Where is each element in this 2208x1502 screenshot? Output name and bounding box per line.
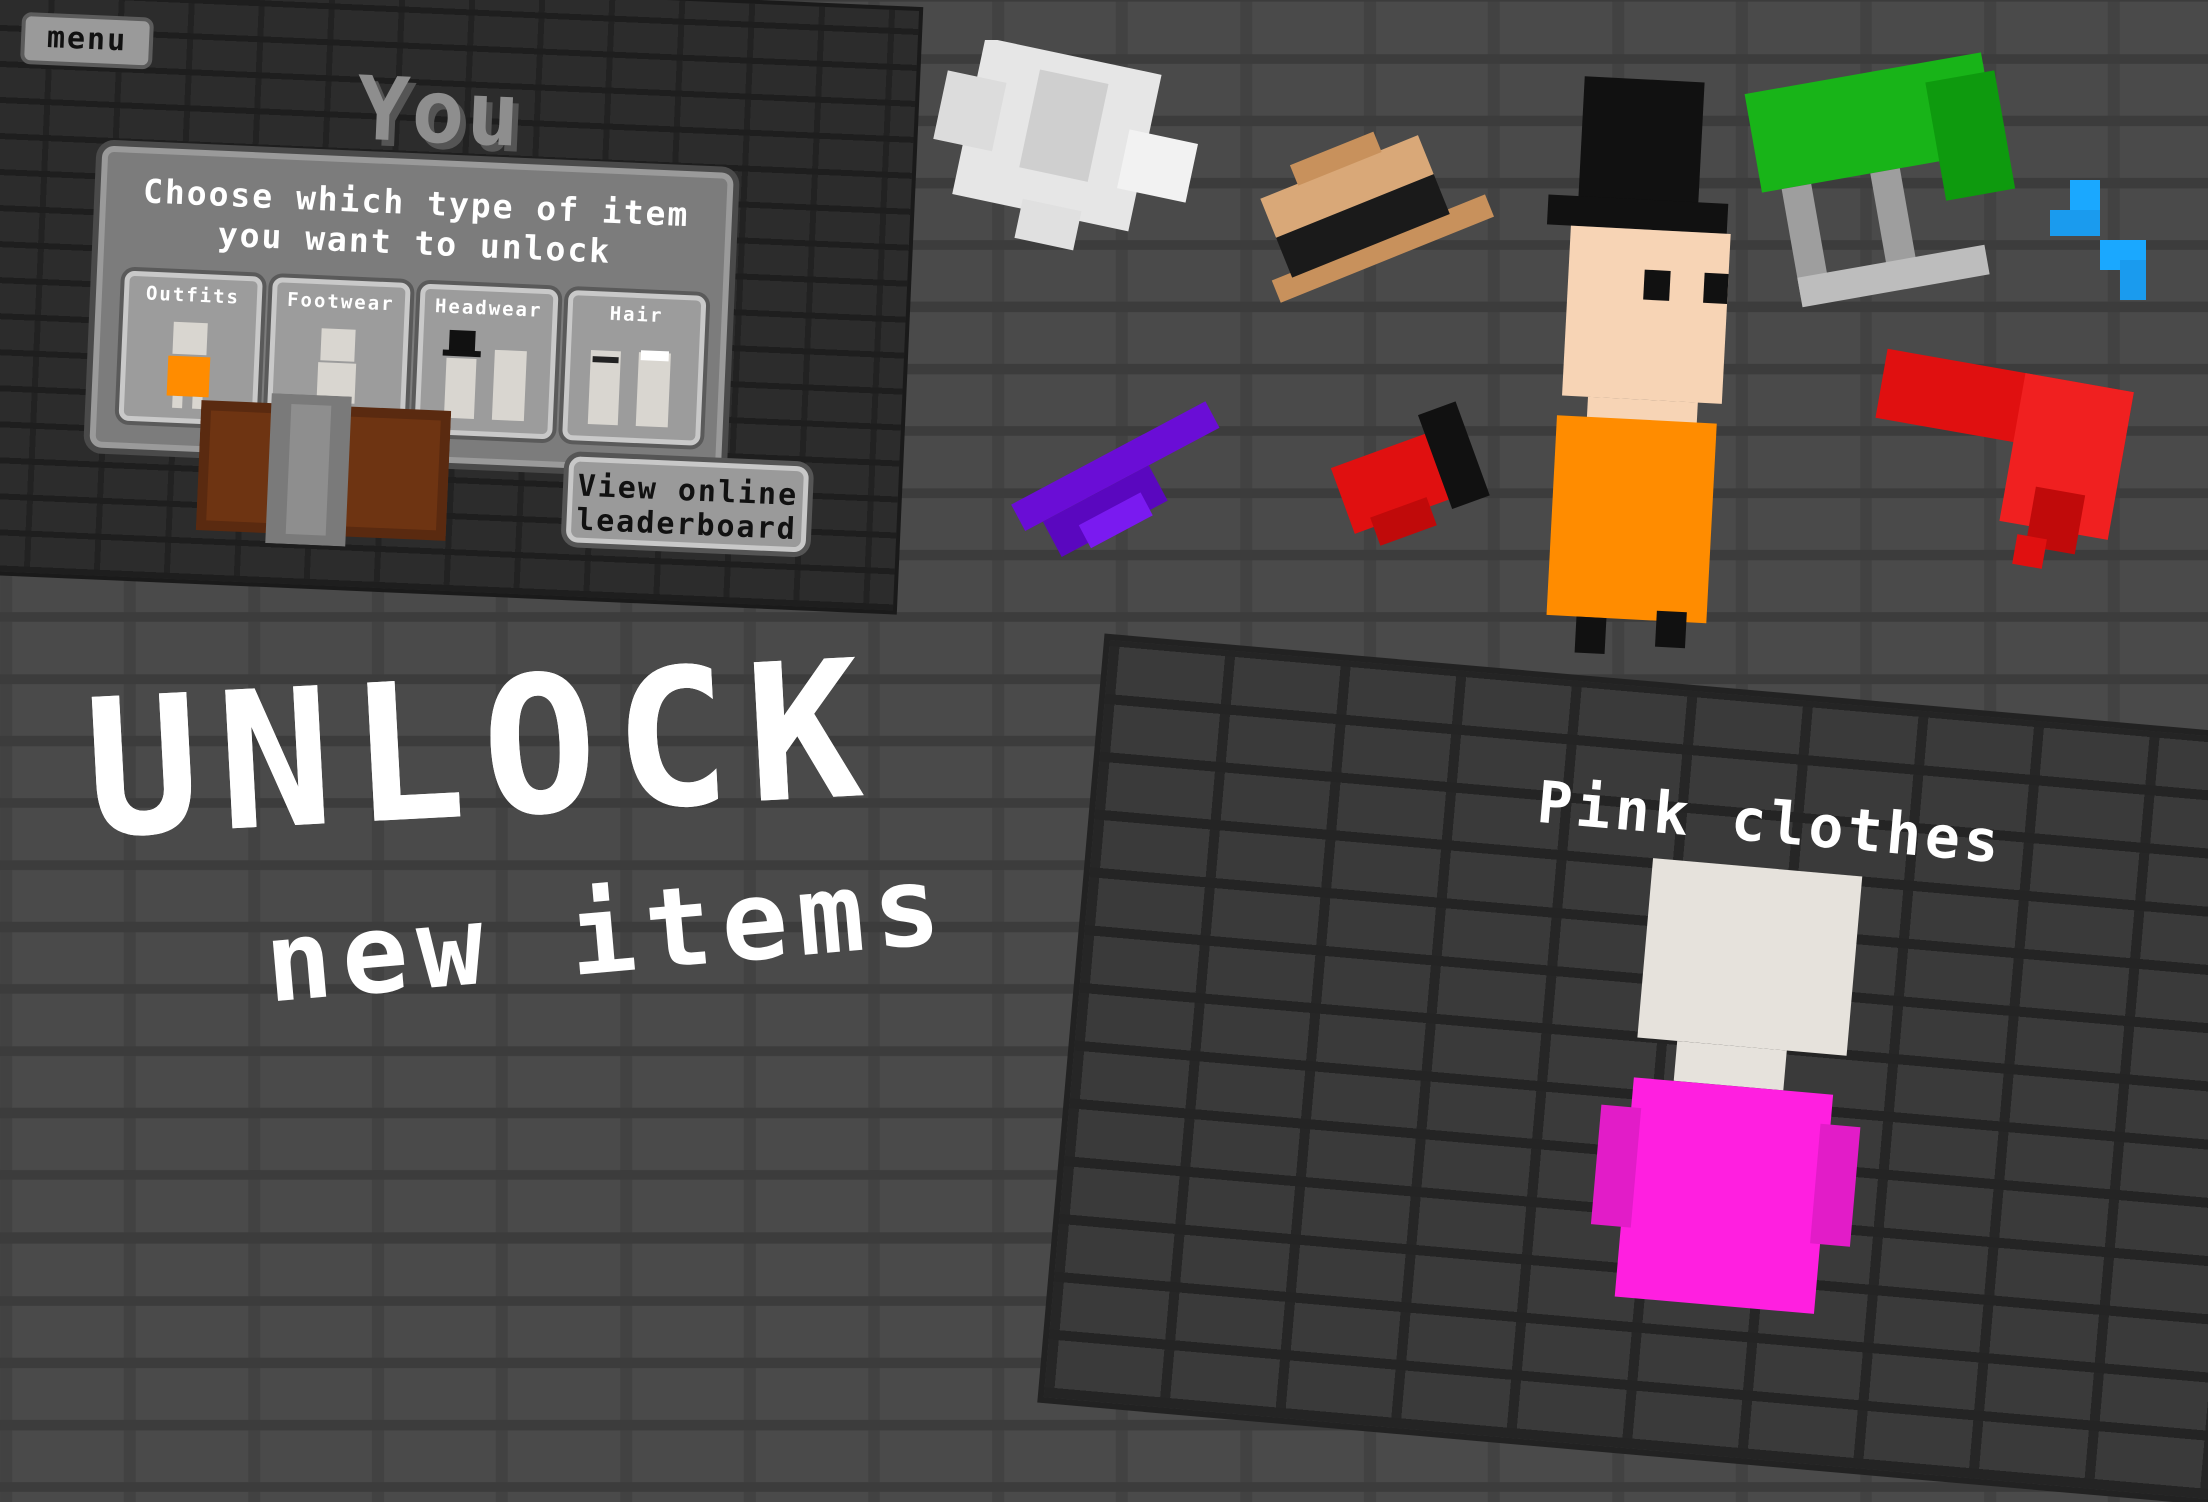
character-eye [1703, 272, 1729, 304]
choose-item-prompt: Choose which type of item you want to un… [124, 171, 707, 276]
category-label: Footwear [286, 288, 396, 316]
pink-clothes-icon [1614, 1077, 1834, 1314]
character-shoe [1655, 610, 1687, 649]
category-label: Hair [609, 302, 664, 328]
orange-outfit-icon [1546, 415, 1717, 624]
white-shirt-icon [933, 40, 1198, 251]
top-hat-brim-icon [442, 349, 481, 358]
menu-button[interactable]: menu [19, 11, 155, 70]
leaderboard-line-2: leaderboard [575, 502, 798, 548]
purple-item-icon [1011, 401, 1220, 557]
category-hair-card[interactable]: Hair [562, 289, 707, 446]
blue-item-icon [2050, 180, 2146, 300]
red-glove-icon [1330, 401, 1490, 546]
red-hair-icon [1875, 348, 2134, 569]
figure-leg-icon [172, 395, 183, 409]
preview-figure-head [1637, 858, 1863, 1056]
top-hat-icon [1577, 76, 1705, 213]
view-leaderboard-button[interactable]: View online leaderboard [565, 456, 810, 553]
category-label: Outfits [145, 282, 241, 309]
preview-screen-panel: Pink clothes [1043, 640, 2208, 1502]
character-eye [1643, 269, 1671, 301]
hair-icon [640, 350, 670, 362]
hair-icon [592, 356, 619, 364]
new-items-subtitle: new items [260, 840, 955, 1028]
figure-body-icon [491, 349, 527, 422]
brown-hat-icon [1260, 131, 1494, 303]
win-screen-panel: menu You Win! Choose which type of item … [0, 0, 920, 611]
category-label: Headwear [434, 295, 543, 322]
figure-body-icon [635, 352, 671, 428]
figure-head-icon [320, 328, 356, 362]
green-helmet-icon [1744, 52, 2016, 308]
character-shoe [1574, 616, 1607, 655]
character-head [1562, 225, 1731, 404]
preview-item-label: Pink clothes [1534, 768, 2006, 877]
unlock-headline: UNLOCK [80, 618, 885, 881]
figure-head-icon [172, 321, 208, 356]
treasure-chest-icon [195, 393, 452, 547]
